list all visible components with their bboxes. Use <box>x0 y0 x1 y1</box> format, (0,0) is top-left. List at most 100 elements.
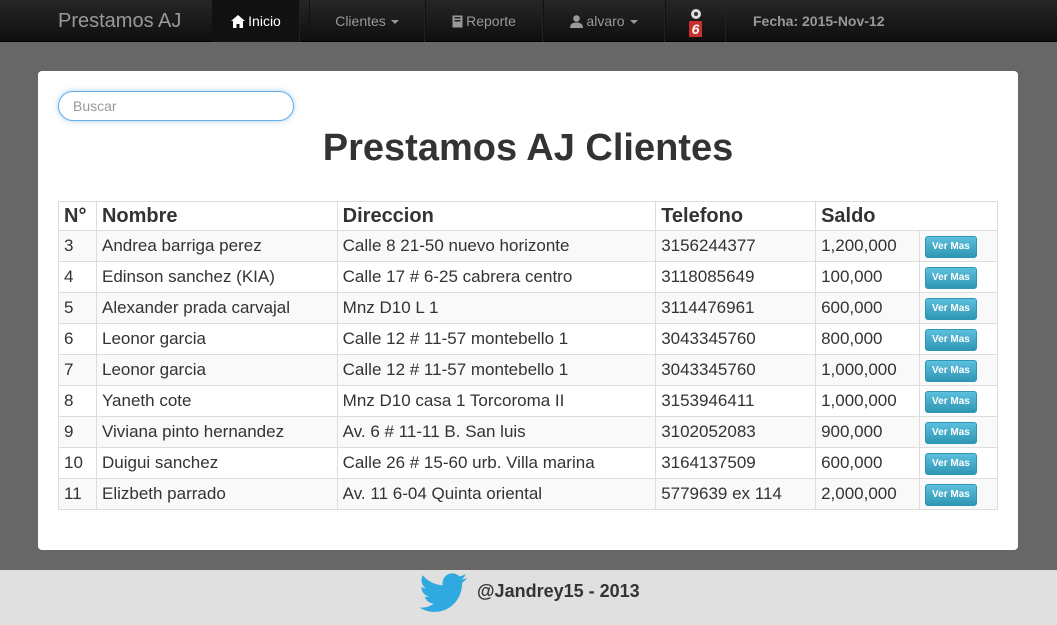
cell-saldo: 1,000,000 <box>815 354 921 386</box>
header-saldo: Saldo <box>815 201 998 231</box>
cell-nombre: Leonor garcia <box>95 323 338 355</box>
ver-mas-button[interactable]: Ver Mas <box>925 453 977 475</box>
main-panel: Prestamos AJ Clientes N° Nombre Direccio… <box>38 71 1018 550</box>
cell-saldo: 100,000 <box>815 261 921 293</box>
cell-numero: 11 <box>58 478 97 510</box>
twitter-bird-icon[interactable] <box>416 572 468 617</box>
cell-telefono: 3043345760 <box>655 323 817 355</box>
nav-inicio-label: Inicio <box>248 13 281 29</box>
ver-mas-button[interactable]: Ver Mas <box>925 267 977 289</box>
cell-saldo: 600,000 <box>815 292 921 324</box>
chevron-down-icon <box>629 20 638 24</box>
cell-saldo: 600,000 <box>815 447 921 479</box>
cell-saldo: 1,000,000 <box>815 385 921 417</box>
table-row: 7 Leonor garcia Calle 12 # 11-57 montebe… <box>58 354 998 386</box>
cell-numero: 8 <box>58 385 97 417</box>
cell-nombre: Duigui sanchez <box>95 447 338 479</box>
notification-badge: 6 <box>688 20 703 37</box>
nav-clientes-dropdown[interactable]: Clientes <box>309 0 425 42</box>
cell-action: Ver Mas <box>919 354 998 386</box>
cell-nombre: Yaneth cote <box>95 385 338 417</box>
search-input[interactable] <box>58 91 294 121</box>
cell-direccion: Calle 17 # 6-25 cabrera centro <box>336 261 657 293</box>
table-row: 3 Andrea barriga perez Calle 8 21-50 nue… <box>58 230 998 262</box>
ver-mas-button[interactable]: Ver Mas <box>925 360 977 382</box>
cell-action: Ver Mas <box>919 385 998 417</box>
cell-action: Ver Mas <box>919 323 998 355</box>
cell-telefono: 3043345760 <box>655 354 817 386</box>
footer-text: @Jandrey15 - 2013 <box>477 581 640 601</box>
cell-direccion: Calle 26 # 15-60 urb. Villa marina <box>336 447 657 479</box>
cell-nombre: Leonor garcia <box>95 354 338 386</box>
cell-action: Ver Mas <box>919 447 998 479</box>
cell-action: Ver Mas <box>919 416 998 448</box>
cell-telefono: 3164137509 <box>655 447 817 479</box>
cell-numero: 7 <box>58 354 97 386</box>
book-icon <box>452 15 463 28</box>
header-telefono: Telefono <box>655 201 817 231</box>
navbar: Prestamos AJ Inicio Clientes Reporte alv… <box>0 0 1057 42</box>
cell-direccion: Mnz D10 L 1 <box>336 292 657 324</box>
table-row: 10 Duigui sanchez Calle 26 # 15-60 urb. … <box>58 447 998 479</box>
nav-reporte[interactable]: Reporte <box>425 0 543 42</box>
nav-notifications[interactable]: 6 <box>665 0 726 42</box>
cell-numero: 4 <box>58 261 97 293</box>
cell-action: Ver Mas <box>919 261 998 293</box>
cell-nombre: Viviana pinto hernandez <box>95 416 338 448</box>
cell-saldo: 900,000 <box>815 416 921 448</box>
clients-table: N° Nombre Direccion Telefono Saldo 3 And… <box>58 201 998 510</box>
cell-telefono: 3102052083 <box>655 416 817 448</box>
cell-numero: 10 <box>58 447 97 479</box>
table-row: 6 Leonor garcia Calle 12 # 11-57 montebe… <box>58 323 998 355</box>
cell-action: Ver Mas <box>919 230 998 262</box>
cell-direccion: Av. 11 6-04 Quinta oriental <box>336 478 657 510</box>
cell-direccion: Calle 12 # 11-57 montebello 1 <box>336 323 657 355</box>
cell-numero: 5 <box>58 292 97 324</box>
cell-direccion: Av. 6 # 11-11 B. San luis <box>336 416 657 448</box>
header-nombre: Nombre <box>95 201 338 231</box>
table-row: 4 Edinson sanchez (KIA) Calle 17 # 6-25 … <box>58 261 998 293</box>
ver-mas-button[interactable]: Ver Mas <box>925 484 977 506</box>
nav-reporte-label: Reporte <box>466 13 516 29</box>
table-row: 5 Alexander prada carvajal Mnz D10 L 1 3… <box>58 292 998 324</box>
cell-direccion: Calle 12 # 11-57 montebello 1 <box>336 354 657 386</box>
cell-action: Ver Mas <box>919 478 998 510</box>
table-row: 9 Viviana pinto hernandez Av. 6 # 11-11 … <box>58 416 998 448</box>
cell-numero: 9 <box>58 416 97 448</box>
ver-mas-button[interactable]: Ver Mas <box>925 236 977 258</box>
ver-mas-button[interactable]: Ver Mas <box>925 329 977 351</box>
nav-user-dropdown[interactable]: alvaro <box>543 0 665 42</box>
cell-saldo: 1,200,000 <box>815 230 921 262</box>
ver-mas-button[interactable]: Ver Mas <box>925 298 977 320</box>
cell-saldo: 2,000,000 <box>815 478 921 510</box>
cell-numero: 3 <box>58 230 97 262</box>
cell-numero: 6 <box>58 323 97 355</box>
cell-nombre: Elizbeth parrado <box>95 478 338 510</box>
cell-direccion: Mnz D10 casa 1 Torcoroma II <box>336 385 657 417</box>
table-header-row: N° Nombre Direccion Telefono Saldo <box>58 201 998 231</box>
cell-saldo: 800,000 <box>815 323 921 355</box>
footer: @Jandrey15 - 2013 <box>0 570 1057 625</box>
table-row: 11 Elizbeth parrado Av. 11 6-04 Quinta o… <box>58 478 998 510</box>
chevron-down-icon <box>390 20 399 24</box>
ver-mas-button[interactable]: Ver Mas <box>925 391 977 413</box>
cell-telefono: 5779639 ex 114 <box>655 478 817 510</box>
cell-nombre: Edinson sanchez (KIA) <box>95 261 338 293</box>
nav-inicio[interactable]: Inicio <box>212 0 300 42</box>
current-date: Fecha: 2015-Nov-12 <box>753 13 885 29</box>
page-title: Prestamos AJ Clientes <box>322 127 734 169</box>
ver-mas-button[interactable]: Ver Mas <box>925 422 977 444</box>
cell-telefono: 3156244377 <box>655 230 817 262</box>
bell-icon <box>690 6 702 22</box>
cell-nombre: Andrea barriga perez <box>95 230 338 262</box>
nav-user-label: alvaro <box>586 13 625 29</box>
header-numero: N° <box>58 201 97 231</box>
table-row: 8 Yaneth cote Mnz D10 casa 1 Torcoroma I… <box>58 385 998 417</box>
cell-telefono: 3153946411 <box>655 385 817 417</box>
cell-nombre: Alexander prada carvajal <box>95 292 338 324</box>
header-direccion: Direccion <box>336 201 657 231</box>
nav-clientes-label: Clientes <box>335 13 386 29</box>
user-icon <box>570 14 584 28</box>
brand-link[interactable]: Prestamos AJ <box>58 10 181 33</box>
cell-telefono: 3118085649 <box>655 261 817 293</box>
